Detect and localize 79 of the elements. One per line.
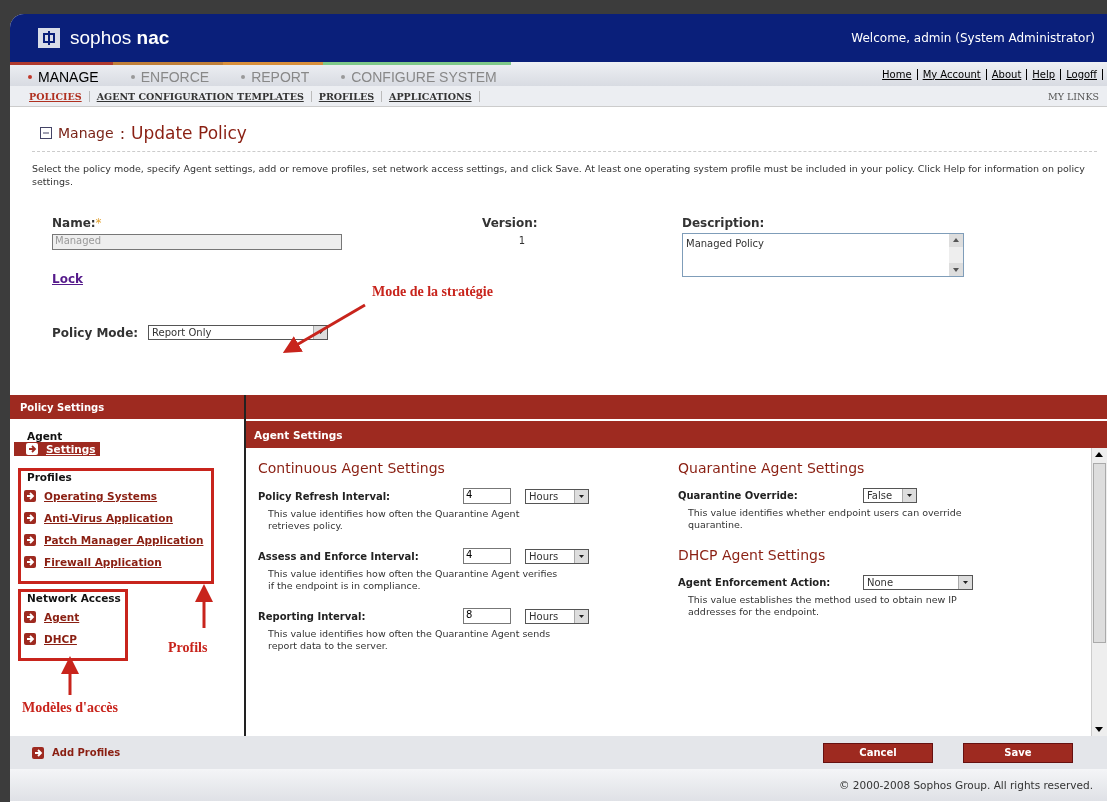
sub-tab[interactable]: POLICIES: [22, 90, 90, 102]
number-field[interactable]: 4: [463, 548, 511, 564]
name-label: Name:: [52, 216, 96, 230]
panel-title-bar: Agent Settings: [246, 419, 1107, 448]
version-label: Version:: [482, 216, 538, 230]
top-link[interactable]: Home: [877, 68, 918, 80]
logo: sophos nac: [38, 27, 170, 49]
caret-icon: [574, 609, 588, 623]
scrollbar[interactable]: [1091, 448, 1107, 736]
annotation-label: Profils: [168, 640, 208, 656]
sidebar-item[interactable]: Anti-Virus Application: [24, 511, 208, 525]
page-title: Update Policy: [131, 123, 247, 143]
annotation-label: Modèles d'accès: [22, 700, 119, 716]
arrow-icon: [24, 611, 36, 623]
top-link[interactable]: My Account: [917, 68, 987, 80]
group-heading: Network Access: [27, 592, 121, 604]
group-heading: Agent: [27, 430, 64, 442]
breadcrumb-separator: :: [119, 123, 125, 143]
field-label: Assess and Enforce Interval:: [258, 550, 420, 562]
sidebar-item[interactable]: Operating Systems: [24, 489, 208, 503]
arrow-icon: [24, 490, 36, 502]
policy-mode-label: Policy Mode:: [52, 325, 139, 340]
breadcrumb-section: Manage: [58, 125, 114, 141]
copyright-text: © 2000-2008 Sophos Group. All rights reserved.: [839, 779, 1093, 791]
unit-select[interactable]: Hours: [525, 488, 589, 504]
caret-icon: [574, 489, 588, 503]
sub-tab[interactable]: APPLICATIONS: [382, 90, 480, 102]
help-text: This value identifies how often the Quarantine Agent retrieves policy.: [268, 508, 521, 532]
sidebar-item[interactable]: Patch Manager Application: [24, 533, 208, 547]
sidebar-item[interactable]: Agent: [24, 610, 121, 624]
caret-icon: [902, 489, 916, 502]
lock-link[interactable]: Lock: [52, 272, 83, 286]
required-mark: *: [95, 216, 102, 230]
value-select[interactable]: None: [863, 575, 973, 590]
unit-select[interactable]: Hours: [525, 548, 589, 564]
top-link[interactable]: About: [986, 68, 1028, 80]
policy-mode-select[interactable]: Report Only: [148, 325, 329, 340]
welcome-text: Welcome, admin (System Administrator): [851, 31, 1095, 45]
top-link[interactable]: Logoff: [1061, 68, 1103, 80]
add-profiles-link[interactable]: Add Profiles: [32, 746, 121, 759]
arrow-icon: [24, 534, 36, 546]
number-field[interactable]: 4: [463, 488, 511, 504]
sidebar-item[interactable]: DHCP: [24, 632, 121, 646]
arrow-icon: [24, 556, 36, 568]
my-links[interactable]: MY LINKS: [1048, 90, 1099, 102]
help-text: This value establishes the method used to obtain new IP addresses for the endpoint.: [688, 594, 958, 618]
top-link[interactable]: Help: [1027, 68, 1062, 80]
arrow-icon: [24, 633, 36, 645]
annotation-label: Mode de la stratégie: [372, 284, 493, 300]
arrow-icon: [24, 512, 36, 524]
intro-text: Select the policy mode, specify Agent settings, add or remove profiles, set network access settings, and click Save. At least one operating system profile must be included in your policy. Click Help for information on policy settings.: [32, 162, 1086, 188]
unit-select[interactable]: Hours: [525, 608, 589, 624]
sub-tab[interactable]: AGENT CONFIGURATION TEMPLATES: [89, 90, 312, 102]
field-label: Reporting Interval:: [258, 610, 367, 622]
cancel-button[interactable]: Cancel: [823, 742, 933, 763]
sub-tab[interactable]: PROFILES: [311, 90, 383, 102]
help-text: This value identifies how often the Quarantine Agent verifies if the endpoint is in compliance.: [268, 568, 558, 592]
field-label: Policy Refresh Interval:: [258, 490, 392, 502]
save-button[interactable]: Save: [963, 742, 1073, 763]
caret-icon: [574, 549, 588, 563]
value-select[interactable]: False: [863, 488, 917, 503]
caret-icon: [958, 576, 972, 589]
description-label: Description:: [682, 216, 765, 230]
field-label: Quarantine Override:: [678, 490, 799, 501]
section-title: DHCP Agent Settings: [678, 547, 827, 563]
arrow-icon: [32, 746, 44, 759]
sidebar-item[interactable]: Firewall Application: [24, 555, 208, 569]
field-label: Agent Enforcement Action:: [678, 577, 832, 588]
sidebar-item[interactable]: Settings: [14, 442, 100, 456]
number-field[interactable]: 8: [463, 608, 511, 624]
help-text: This value identifies how often the Quarantine Agent sends report data to the server.: [268, 628, 552, 652]
policy-settings-title: Policy Settings: [20, 401, 105, 413]
section-title: Continuous Agent Settings: [258, 460, 446, 476]
help-text: This value identifies whether endpoint users can override quarantine.: [688, 507, 963, 531]
group-heading: Profiles: [27, 471, 73, 483]
arrow-icon: [26, 443, 38, 455]
collapse-icon[interactable]: [40, 127, 52, 139]
section-title: Quarantine Agent Settings: [678, 460, 866, 476]
version-value: 1: [517, 235, 527, 246]
